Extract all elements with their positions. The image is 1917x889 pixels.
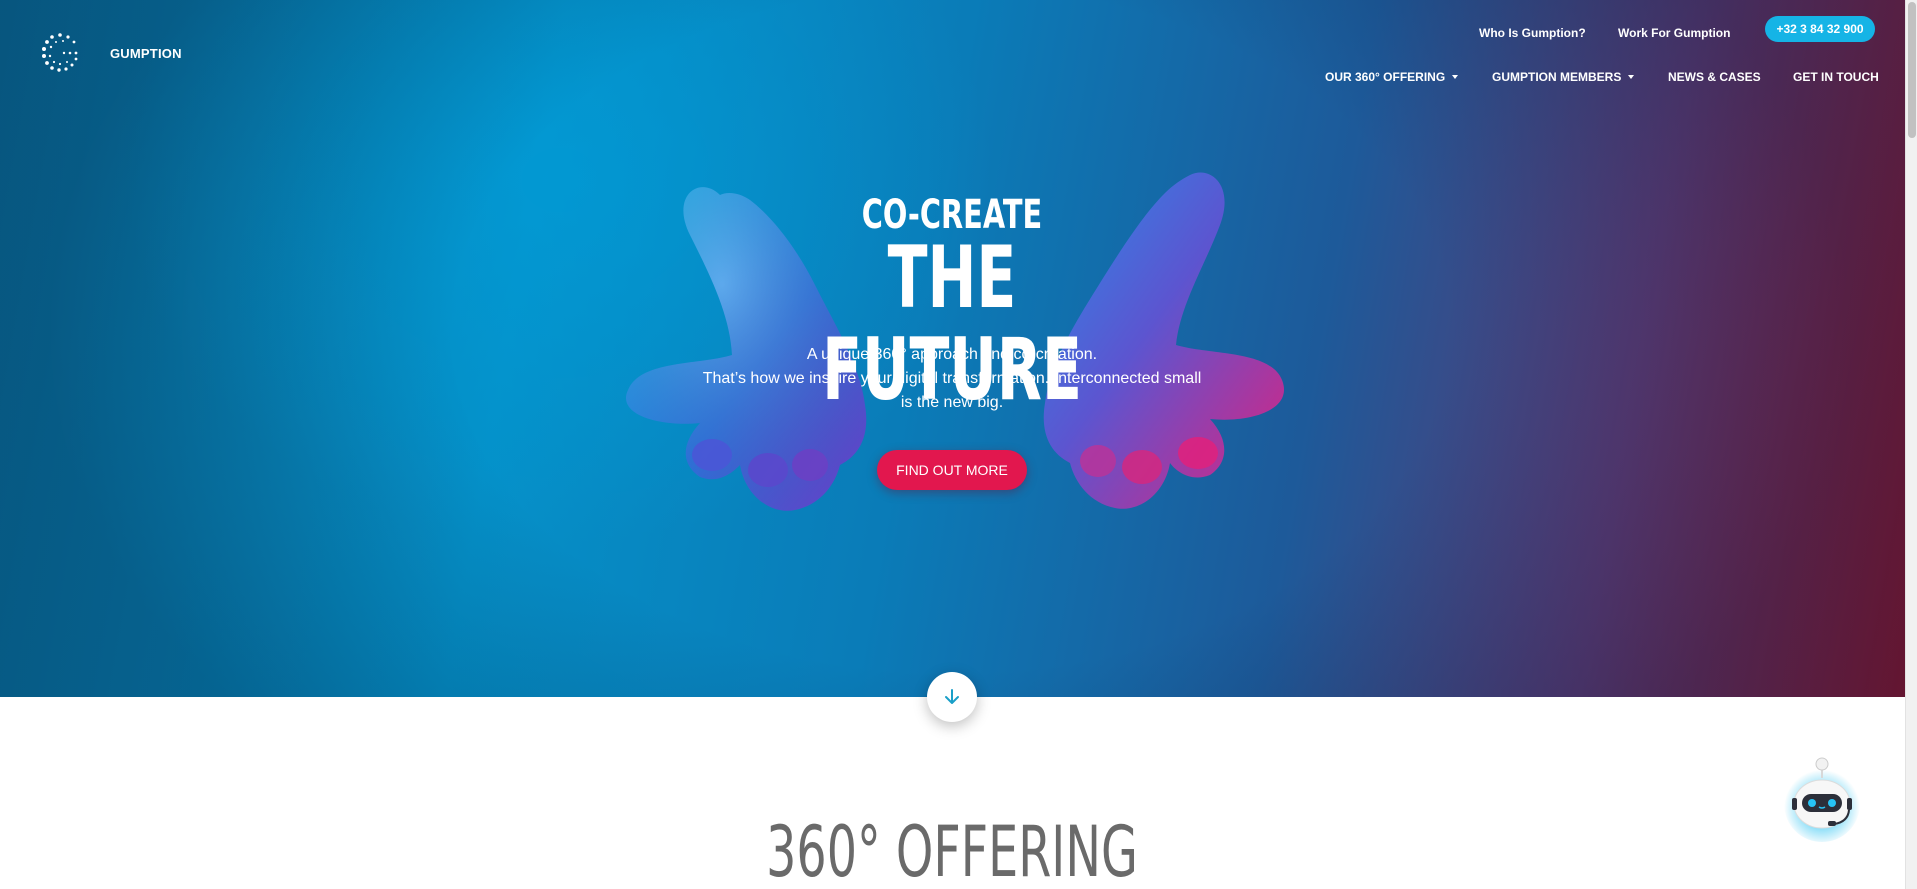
nav-item-label: GUMPTION MEMBERS bbox=[1492, 70, 1622, 84]
page: GUMPTION Who Is Gumption? Work For Gumpt… bbox=[0, 0, 1905, 889]
caret-down-icon bbox=[1628, 75, 1635, 79]
brand-name[interactable]: GUMPTION bbox=[110, 46, 182, 61]
phone-button[interactable]: +32 3 84 32 900 bbox=[1765, 16, 1875, 42]
scrollbar-thumb[interactable] bbox=[1908, 2, 1916, 138]
hero-copy-line: A unique 360° approach and co-creation. bbox=[806, 346, 1098, 363]
hero-section: GUMPTION Who Is Gumption? Work For Gumpt… bbox=[0, 0, 1905, 697]
caret-down-icon bbox=[1452, 75, 1459, 79]
work-for-gumption-link[interactable]: Work For Gumption bbox=[1618, 26, 1730, 40]
nav-item-label: OUR 360° OFFERING bbox=[1325, 70, 1446, 84]
who-is-gumption-link[interactable]: Who Is Gumption? bbox=[1479, 26, 1586, 40]
nav-item-gumption-members[interactable]: GUMPTION MEMBERS bbox=[1492, 70, 1635, 84]
hero-copy-line: That’s how we inspire your digital trans… bbox=[702, 370, 1202, 387]
arrow-down-icon bbox=[945, 689, 959, 704]
vertical-scrollbar[interactable] bbox=[1905, 0, 1917, 889]
gumption-logo-icon[interactable] bbox=[38, 30, 82, 74]
find-out-more-button[interactable]: FIND OUT MORE bbox=[877, 450, 1027, 490]
nav-item-get-in-touch[interactable]: GET IN TOUCH bbox=[1793, 70, 1879, 84]
nav-item-news-cases[interactable]: NEWS & CASES bbox=[1668, 70, 1761, 84]
nav-item-label: NEWS & CASES bbox=[1668, 70, 1761, 84]
nav-item-360-offering[interactable]: OUR 360° OFFERING bbox=[1325, 70, 1459, 84]
nav-item-label: GET IN TOUCH bbox=[1793, 70, 1879, 84]
scroll-down-button[interactable] bbox=[927, 672, 977, 722]
hero-copy: A unique 360° approach and co-creation. … bbox=[652, 343, 1252, 415]
offering-section-title: 360° OFFERING bbox=[766, 811, 1138, 889]
hero-copy-line: is the new big. bbox=[900, 394, 1004, 411]
chatbot-robot-icon[interactable] bbox=[1782, 752, 1862, 842]
